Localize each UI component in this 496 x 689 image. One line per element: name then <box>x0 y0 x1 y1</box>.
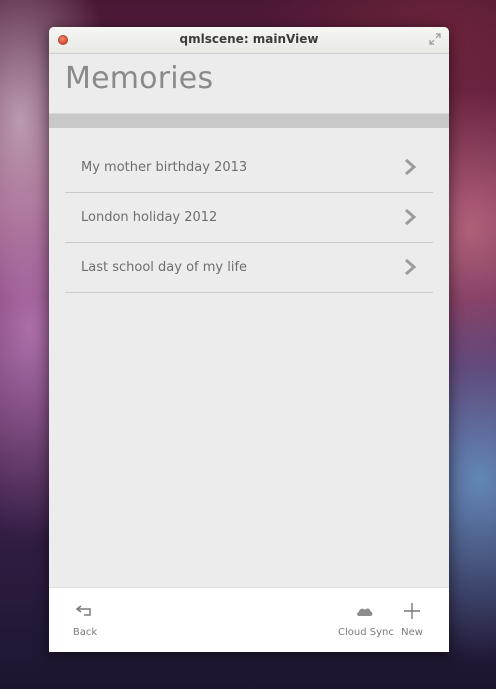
back-button[interactable]: Back <box>69 588 101 652</box>
cloud-icon <box>357 608 373 616</box>
new-label: New <box>401 627 423 638</box>
app-window: qmlscene: mainView Memories My mother bi… <box>49 27 449 652</box>
window-title: qmlscene: mainView <box>179 32 319 46</box>
list-item-memory[interactable]: Last school day of my life <box>65 243 433 293</box>
cloud-sync-button[interactable]: Cloud Sync <box>338 588 394 652</box>
maximize-icon[interactable] <box>428 32 442 46</box>
back-arrow-icon <box>75 605 91 616</box>
list-item-label: My mother birthday 2013 <box>81 160 248 175</box>
new-button[interactable]: New <box>397 588 427 652</box>
window-titlebar[interactable]: qmlscene: mainView <box>49 27 449 54</box>
cloud-sync-label: Cloud Sync <box>338 627 394 638</box>
chevron-right-icon <box>405 158 417 176</box>
plus-icon <box>404 603 420 619</box>
memory-list: My mother birthday 2013 London holiday 2… <box>65 143 433 293</box>
list-item-label: Last school day of my life <box>81 260 248 275</box>
header-divider <box>49 113 449 128</box>
chevron-right-icon <box>405 258 417 276</box>
chevron-right-icon <box>405 208 417 226</box>
bottom-toolbar: Back Cloud Sync New <box>49 587 449 652</box>
page-title: Memories <box>65 61 214 96</box>
list-item-memory[interactable]: My mother birthday 2013 <box>65 143 433 193</box>
list-item-label: London holiday 2012 <box>81 210 218 225</box>
list-item-memory[interactable]: London holiday 2012 <box>65 193 433 243</box>
back-label: Back <box>72 627 98 638</box>
